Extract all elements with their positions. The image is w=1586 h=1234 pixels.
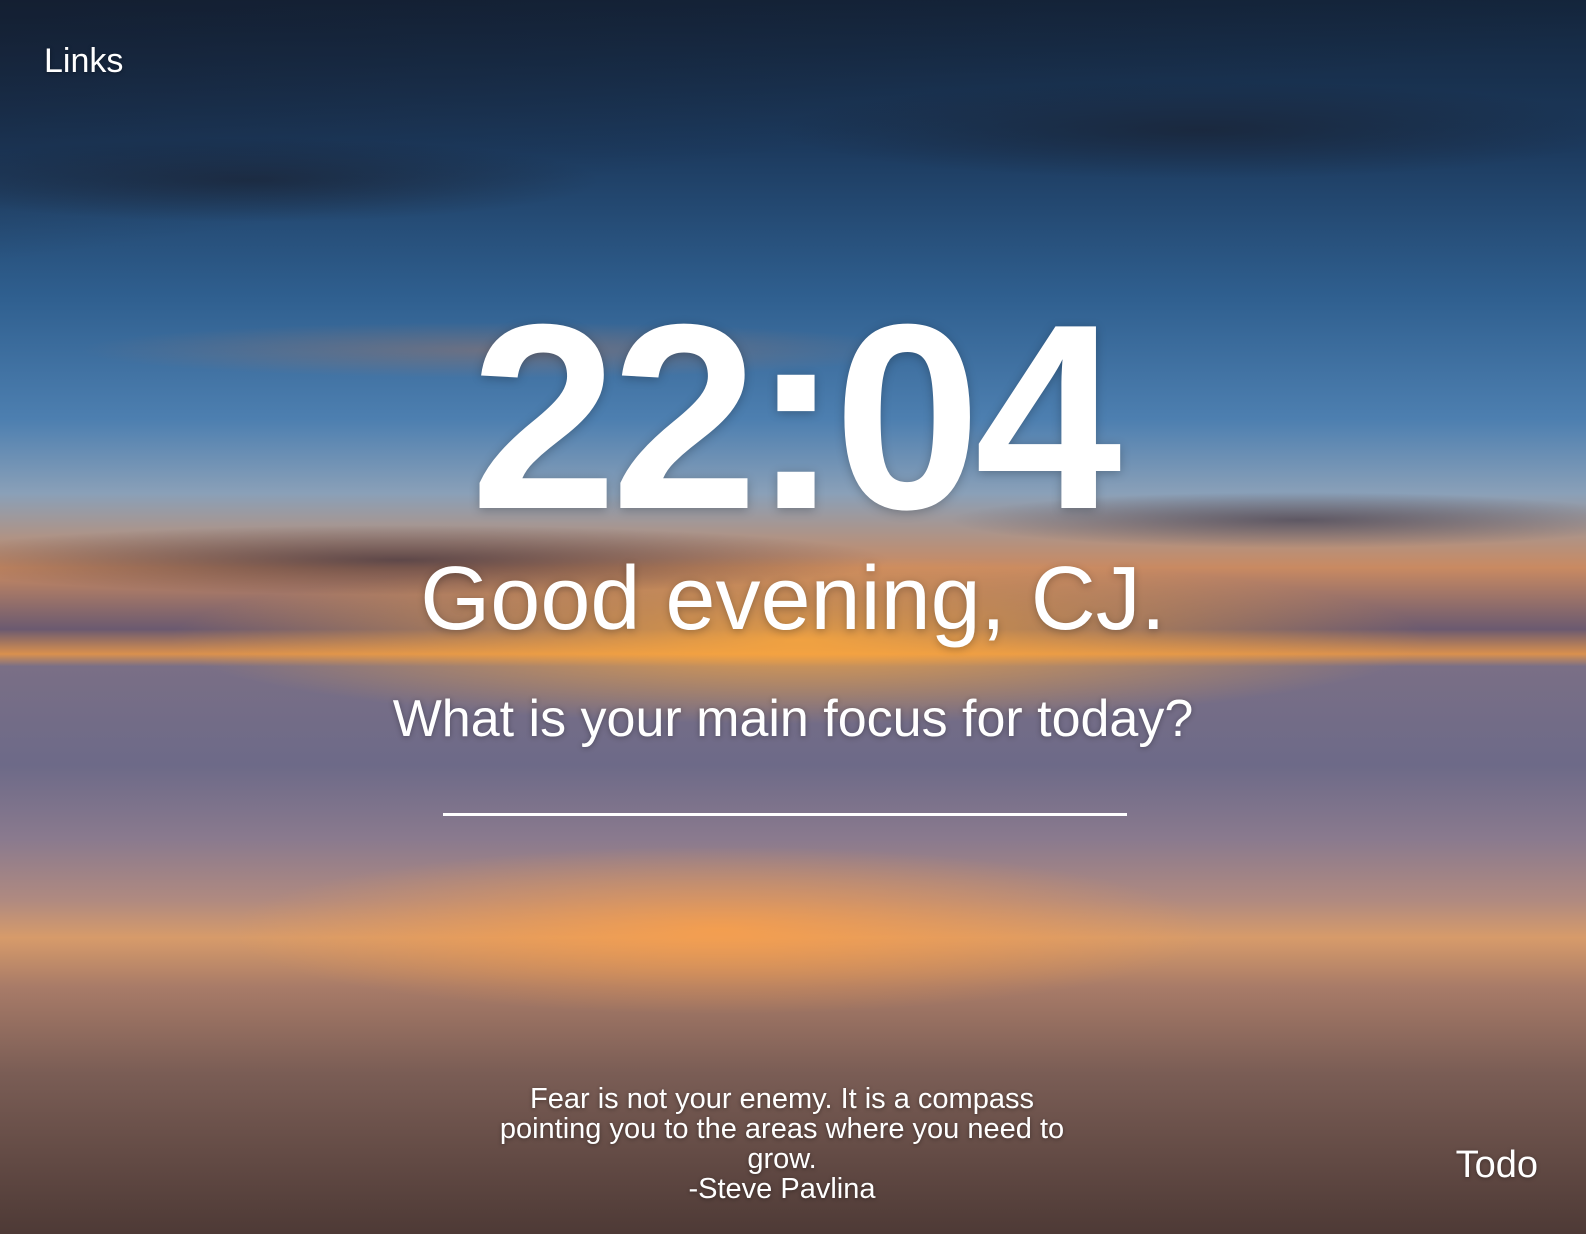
new-tab-dashboard: Links 22:04 Good evening, CJ. What is yo…: [0, 0, 1586, 1234]
quote-author: -Steve Pavlina: [688, 1173, 876, 1205]
greeting-text: Good evening, CJ.: [420, 549, 1166, 649]
todo-button[interactable]: Todo: [1456, 1144, 1538, 1187]
clock-time: 22:04: [470, 269, 1121, 564]
focus-question: What is your main focus for today?: [392, 690, 1194, 748]
quote: Fear is not your enemy. It is a compass …: [490, 1084, 1074, 1204]
links-button[interactable]: Links: [44, 42, 123, 81]
focus-input[interactable]: [443, 780, 1127, 816]
quote-text: Fear is not your enemy. It is a compass …: [499, 1083, 1065, 1175]
